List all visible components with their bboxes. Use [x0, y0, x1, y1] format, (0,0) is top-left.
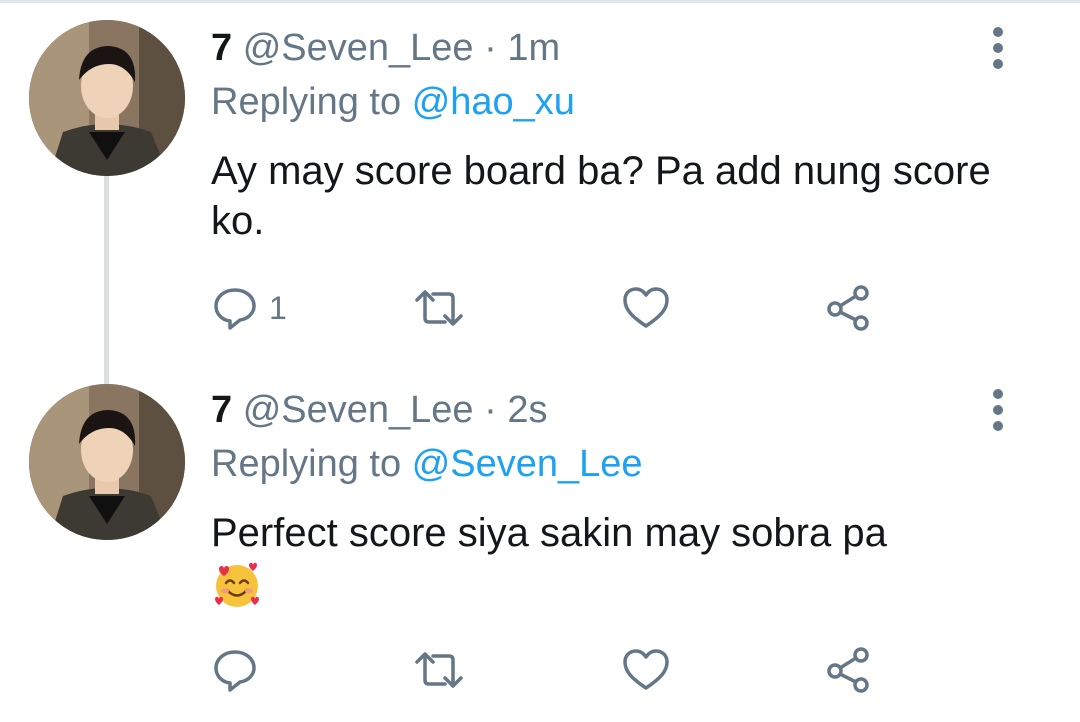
- reply-count: 1: [269, 289, 287, 326]
- heart-icon: [623, 287, 669, 328]
- more-vertical-icon: [993, 27, 1003, 69]
- reply-button[interactable]: [211, 642, 269, 698]
- replying-to: Replying to @Seven_Lee: [211, 442, 643, 486]
- timestamp[interactable]: 2s: [507, 389, 547, 431]
- share-button[interactable]: [823, 642, 873, 698]
- display-name[interactable]: 7: [211, 389, 232, 431]
- replying-to-mention[interactable]: @hao_xu: [412, 81, 575, 123]
- replying-to-mention[interactable]: @Seven_Lee: [412, 443, 643, 485]
- tweet-text: Ay may score board ba? Pa add nung score…: [211, 149, 991, 243]
- share-button[interactable]: [823, 280, 873, 336]
- like-button[interactable]: [621, 642, 671, 698]
- avatar[interactable]: [29, 20, 185, 176]
- more-options-button[interactable]: [980, 24, 1016, 72]
- tweet-text-content: Perfect score siya sakin may sobra pa: [211, 511, 887, 555]
- reply-icon: [214, 288, 256, 330]
- timestamp[interactable]: 1m: [507, 27, 560, 69]
- share-icon: [827, 647, 869, 693]
- retweet-icon: [415, 290, 463, 326]
- tweet-header: 7 @Seven_Lee · 2s: [211, 388, 547, 432]
- replying-to-label: Replying to: [211, 81, 402, 123]
- reply-button[interactable]: 1: [211, 280, 287, 336]
- separator-dot: ·: [484, 27, 497, 69]
- retweet-icon: [415, 652, 463, 688]
- smiling-face-with-hearts-icon: [215, 563, 259, 608]
- heart-icon: [623, 649, 669, 690]
- more-options-button[interactable]: [980, 386, 1016, 434]
- display-name[interactable]: 7: [211, 27, 232, 69]
- replying-to: Replying to @hao_xu: [211, 80, 575, 124]
- user-handle[interactable]: @Seven_Lee: [243, 27, 474, 69]
- tweet-actions: [211, 642, 911, 698]
- replying-to-label: Replying to: [211, 443, 402, 485]
- share-icon: [827, 285, 869, 331]
- user-handle[interactable]: @Seven_Lee: [243, 389, 474, 431]
- more-vertical-icon: [993, 389, 1003, 431]
- tweet-header: 7 @Seven_Lee · 1m: [211, 26, 560, 70]
- separator-dot: ·: [484, 389, 497, 431]
- tweet-text: Perfect score siya sakin may sobra pa: [211, 508, 1011, 611]
- retweet-button[interactable]: [411, 280, 467, 336]
- tweet-actions: 1: [211, 280, 911, 336]
- like-button[interactable]: [621, 280, 671, 336]
- avatar[interactable]: [29, 384, 185, 540]
- reply-icon: [214, 650, 256, 692]
- retweet-button[interactable]: [411, 642, 467, 698]
- tweet-1[interactable]: 7 @Seven_Lee · 1m Replying to @hao_xu Ay…: [0, 0, 1080, 380]
